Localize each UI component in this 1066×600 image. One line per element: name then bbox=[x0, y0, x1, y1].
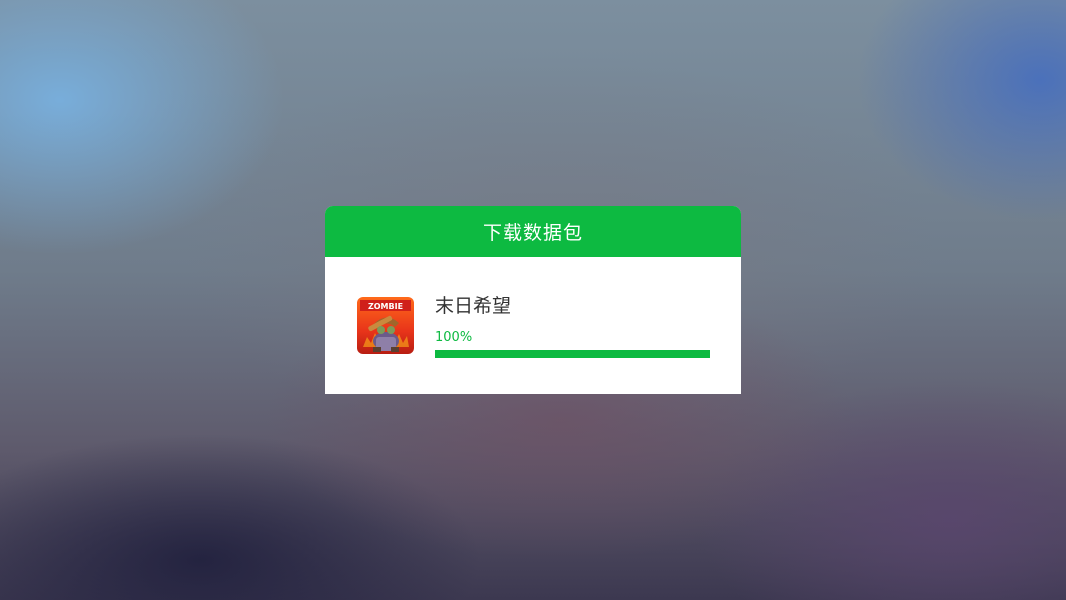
app-name: 末日希望 bbox=[435, 295, 512, 317]
dialog-title: 下载数据包 bbox=[482, 222, 583, 244]
icon-label-text: ZOMBIE bbox=[368, 302, 403, 311]
zombie-game-icon: ZOMBIE bbox=[357, 297, 414, 354]
dialog-body: ZOMBIE 末日希望 100% bbox=[325, 257, 741, 394]
progress-bar bbox=[435, 350, 710, 358]
dialog-header: 下载数据包 bbox=[325, 206, 741, 257]
progress-percentage: 100% bbox=[435, 330, 473, 345]
download-dialog: 下载数据包 ZOMBIE 末日希望 100% bbox=[325, 206, 741, 394]
progress-bar-fill bbox=[435, 350, 710, 358]
